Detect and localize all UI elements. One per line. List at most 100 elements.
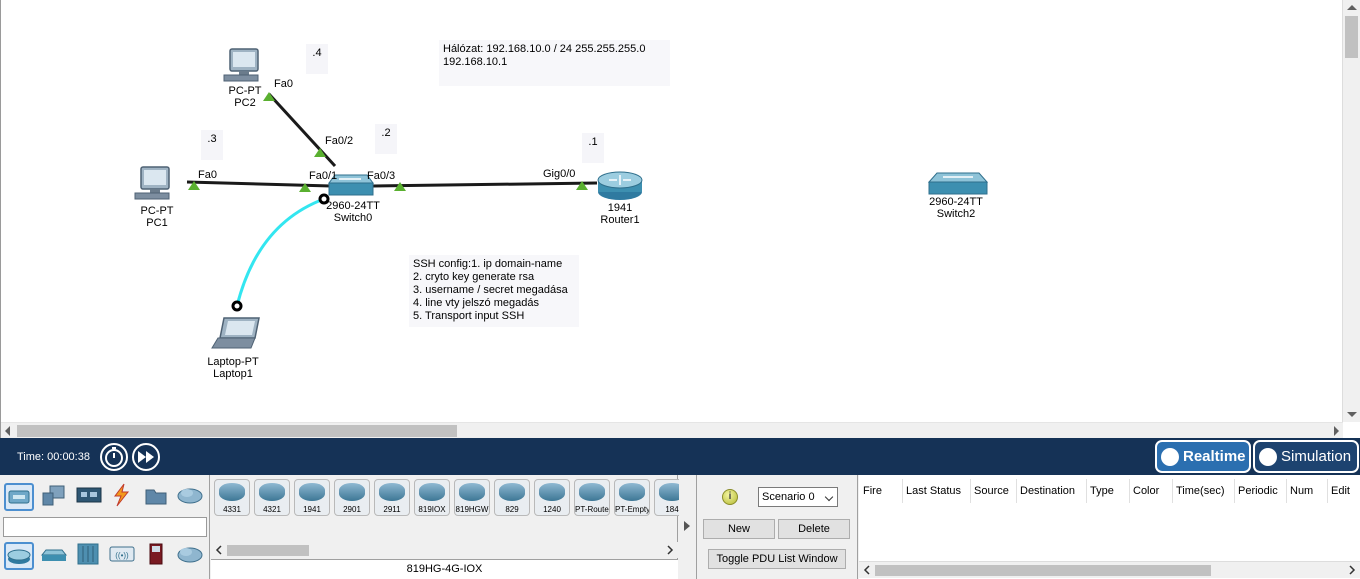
pc1-icon[interactable] bbox=[134, 166, 170, 200]
link-pc2-switch0[interactable] bbox=[267, 92, 337, 168]
pdu-column-header[interactable]: Time(sec) bbox=[1176, 485, 1224, 497]
device-model-tile[interactable]: 1240 bbox=[534, 479, 570, 516]
pdu-column-header[interactable]: Num bbox=[1290, 485, 1313, 497]
laptop1-type: Laptop-PT bbox=[207, 356, 259, 368]
wireless-icon[interactable]: ((•)) bbox=[108, 542, 138, 570]
device-list-scrollbar[interactable] bbox=[211, 542, 678, 558]
simulation-mode-button[interactable]: Simulation bbox=[1253, 440, 1359, 473]
switches-icon[interactable] bbox=[40, 542, 70, 570]
multiuser-icon[interactable] bbox=[176, 483, 206, 511]
port-label-sw0-fa02: Fa0/2 bbox=[325, 135, 354, 147]
scroll-right-icon[interactable] bbox=[1334, 426, 1339, 436]
port-label-pc2-fa0: Fa0 bbox=[274, 78, 293, 90]
network-devices-icon[interactable] bbox=[4, 483, 34, 511]
connections-icon[interactable] bbox=[108, 483, 138, 511]
router-icon bbox=[539, 483, 565, 501]
pdu-list-table: Fire Last Status Source Destination Type Colo… bbox=[859, 475, 1360, 579]
pdu-column-header[interactable]: Periodic bbox=[1238, 485, 1278, 497]
scroll-right-icon[interactable] bbox=[1348, 565, 1356, 575]
link-switch0-router1[interactable] bbox=[372, 181, 598, 188]
security-icon[interactable] bbox=[143, 542, 173, 570]
device-model-tile[interactable]: 819HGW bbox=[454, 479, 490, 516]
scroll-thumb[interactable] bbox=[227, 545, 309, 556]
ssh-config-note[interactable]: SSH config:1. ip domain-name 2. cryto ke… bbox=[409, 255, 579, 327]
components-icon[interactable] bbox=[75, 483, 105, 511]
port-label-r1-gig00: Gig0/0 bbox=[543, 168, 576, 180]
column-divider bbox=[1286, 479, 1287, 503]
topology-canvas[interactable] bbox=[1, 0, 1343, 422]
expand-pdu-panel-button[interactable] bbox=[679, 475, 697, 579]
router-icon bbox=[219, 483, 245, 501]
switch0-type: 2960-24TT bbox=[326, 200, 380, 212]
router1-icon[interactable] bbox=[597, 171, 643, 200]
switch2-icon[interactable] bbox=[927, 172, 989, 195]
scroll-up-icon[interactable] bbox=[1347, 5, 1357, 10]
device-model-tile[interactable]: 1941 bbox=[294, 479, 330, 516]
fast-forward-icon bbox=[138, 451, 154, 463]
delete-scenario-button[interactable]: Delete bbox=[778, 519, 850, 539]
device-model-tile[interactable]: PT-Router bbox=[574, 479, 610, 516]
workspace-horizontal-scrollbar[interactable] bbox=[1, 422, 1343, 438]
link-pc1-switch0[interactable] bbox=[186, 180, 332, 188]
laptop1-icon[interactable] bbox=[211, 317, 260, 349]
device-model-tile[interactable]: 829 bbox=[494, 479, 530, 516]
scroll-left-icon[interactable] bbox=[5, 426, 10, 436]
workspace-vertical-scrollbar[interactable] bbox=[1342, 0, 1360, 422]
router-icon bbox=[619, 483, 645, 501]
info-icon[interactable]: i bbox=[722, 489, 738, 505]
scroll-thumb[interactable] bbox=[875, 565, 1211, 576]
scroll-down-icon[interactable] bbox=[1347, 412, 1357, 417]
device-model-tile[interactable]: 4331 bbox=[214, 479, 250, 516]
wan-emulation-icon[interactable] bbox=[176, 542, 206, 570]
ip-note-router1[interactable]: .1 bbox=[582, 133, 604, 163]
scenario-pane: i Scenario 0 New Delete Toggle PDU List … bbox=[698, 475, 858, 579]
pdu-column-header[interactable]: Color bbox=[1133, 485, 1159, 497]
power-cycle-devices-button[interactable] bbox=[100, 443, 128, 471]
routers-icon[interactable] bbox=[4, 542, 34, 570]
pdu-column-header[interactable]: Source bbox=[974, 485, 1009, 497]
clock-icon bbox=[1161, 448, 1179, 466]
column-divider bbox=[902, 479, 903, 503]
scroll-left-icon[interactable] bbox=[863, 565, 871, 575]
time-display: Time: 00:00:38 bbox=[17, 451, 90, 463]
miscellaneous-icon[interactable] bbox=[143, 483, 173, 511]
scroll-right-icon[interactable] bbox=[666, 545, 674, 555]
realtime-label: Realtime bbox=[1183, 448, 1246, 465]
scroll-thumb[interactable] bbox=[17, 425, 457, 437]
ip-note-pc1[interactable]: .3 bbox=[201, 130, 223, 160]
console-cable-laptop1-switch0[interactable] bbox=[235, 197, 325, 307]
toggle-pdu-list-button[interactable]: Toggle PDU List Window bbox=[708, 549, 846, 569]
scroll-thumb[interactable] bbox=[1345, 16, 1358, 58]
pdu-column-header[interactable]: Last Status bbox=[906, 485, 961, 497]
new-scenario-button[interactable]: New bbox=[703, 519, 775, 539]
fast-forward-time-button[interactable] bbox=[132, 443, 160, 471]
pdu-column-header[interactable]: Fire bbox=[863, 485, 882, 497]
device-type-selection: ((•)) bbox=[0, 475, 210, 579]
logical-workspace[interactable]: PC-PT PC2 PC-PT PC1 Laptop-PT Laptop1 29… bbox=[0, 0, 1360, 438]
pdu-column-header[interactable]: Destination bbox=[1020, 485, 1075, 497]
pdu-table-scrollbar[interactable] bbox=[859, 561, 1360, 578]
device-model-tile[interactable]: 4321 bbox=[254, 479, 290, 516]
realtime-mode-button[interactable]: Realtime bbox=[1155, 440, 1251, 473]
device-model-list: 4331 4321 1941 2901 2911 819IOX 819HGW 829 1240 P… bbox=[211, 475, 690, 579]
laptop1-name: Laptop1 bbox=[213, 368, 253, 380]
device-model-tile[interactable]: 2901 bbox=[334, 479, 370, 516]
device-model-label: 2911 bbox=[383, 505, 401, 514]
scenario-dropdown[interactable]: Scenario 0 bbox=[758, 487, 838, 507]
pdu-column-header[interactable]: Type bbox=[1090, 485, 1114, 497]
ip-note-pc2[interactable]: .4 bbox=[306, 44, 328, 74]
device-search-input[interactable] bbox=[3, 517, 207, 537]
ip-note-switch0[interactable]: .2 bbox=[375, 124, 397, 154]
pc2-icon[interactable] bbox=[223, 48, 259, 82]
device-model-tile[interactable]: 2911 bbox=[374, 479, 410, 516]
device-model-tile[interactable]: PT-Empty bbox=[614, 479, 650, 516]
device-model-label: PT-Empty bbox=[615, 505, 649, 514]
scroll-left-icon[interactable] bbox=[215, 545, 223, 555]
device-model-tile[interactable]: 819IOX bbox=[414, 479, 450, 516]
pdu-column-header[interactable]: Edit bbox=[1331, 485, 1350, 497]
end-devices-icon[interactable] bbox=[40, 483, 70, 511]
hubs-icon[interactable] bbox=[75, 542, 105, 570]
router-icon bbox=[259, 483, 285, 501]
network-note[interactable]: Hálózat: 192.168.10.0 / 24 255.255.255.0… bbox=[439, 40, 670, 86]
switch2-label: 2960-24TT Switch2 bbox=[929, 196, 983, 220]
